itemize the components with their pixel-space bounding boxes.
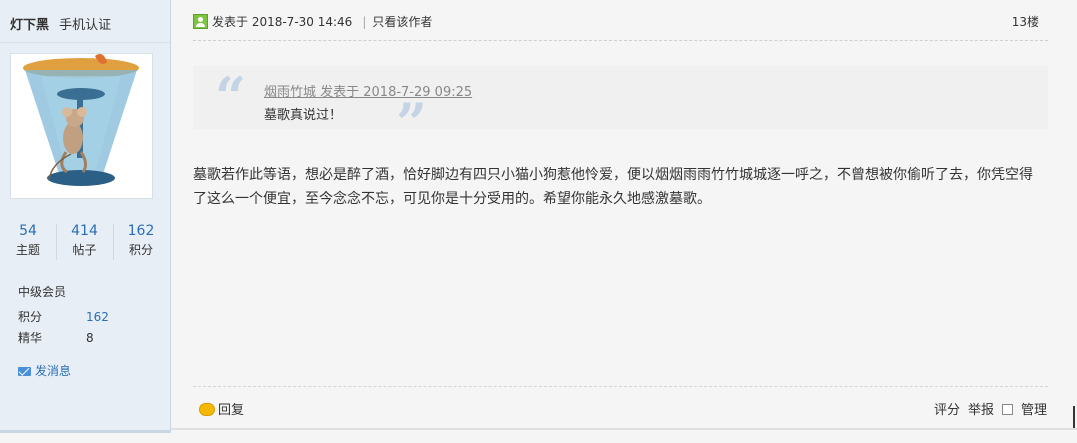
envelope-icon bbox=[18, 367, 31, 376]
report-button[interactable]: 举报 bbox=[968, 403, 994, 418]
points-row: 积分 162 bbox=[18, 308, 109, 325]
reply-bubble-icon bbox=[199, 403, 215, 416]
mouse-lamp-illustration bbox=[11, 54, 152, 198]
quote-author-link[interactable]: 烟雨竹城 发表于 2018-7-29 09:25 bbox=[264, 81, 472, 100]
online-user-icon bbox=[193, 14, 208, 29]
post-time: 发表于 2018-7-30 14:46 bbox=[212, 15, 353, 29]
essence-value: 8 bbox=[86, 331, 94, 345]
stat-points[interactable]: 162 积分 bbox=[113, 222, 169, 260]
post-actions: 评分 举报 管理 bbox=[926, 399, 1047, 418]
stat-posts-label: 帖子 bbox=[72, 243, 97, 257]
divider bbox=[0, 42, 170, 43]
author-stats: 54 主题 414 帖子 162 积分 bbox=[0, 222, 170, 264]
manage-label[interactable]: 管理 bbox=[1021, 403, 1047, 418]
points-label: 积分 bbox=[18, 310, 43, 324]
avatar[interactable] bbox=[10, 53, 153, 199]
close-quote-icon: ” bbox=[396, 91, 428, 155]
scrollbar[interactable] bbox=[1073, 406, 1075, 428]
reply-button[interactable]: 回复 bbox=[199, 399, 244, 418]
post-body: 墓歌若作此等语，想必是醉了酒，恰好脚边有四只小猫小狗惹他怜爱，便以烟烟雨雨竹竹城… bbox=[193, 167, 1033, 207]
send-message-link[interactable]: 发消息 bbox=[18, 362, 71, 379]
stat-threads-value: 54 bbox=[19, 223, 37, 239]
phone-verified-badge[interactable]: 手机认证 bbox=[59, 18, 111, 33]
stat-points-label: 积分 bbox=[128, 243, 153, 257]
sidebar-bottom-border bbox=[0, 430, 171, 433]
stat-threads[interactable]: 54 主题 bbox=[0, 222, 56, 260]
points-value[interactable]: 162 bbox=[86, 310, 109, 324]
author-only-link[interactable]: 只看该作者 bbox=[372, 15, 432, 29]
open-quote-icon: “ bbox=[215, 65, 247, 129]
send-message-label: 发消息 bbox=[35, 364, 72, 378]
member-level[interactable]: 中级会员 bbox=[18, 283, 66, 300]
author-name[interactable]: 灯下黑 bbox=[10, 18, 49, 33]
floor-number[interactable]: 13楼 bbox=[1012, 13, 1039, 30]
rate-button[interactable]: 评分 bbox=[934, 403, 960, 418]
divider bbox=[193, 386, 1048, 388]
essence-label: 精华 bbox=[18, 331, 43, 345]
stat-points-value: 162 bbox=[127, 223, 155, 239]
manage-checkbox[interactable] bbox=[1001, 404, 1013, 415]
author-sidebar: 灯下黑 手机认证 54 主题 414 帖子 162 积分 中级会员 积分 162… bbox=[0, 0, 171, 430]
bottom-border bbox=[171, 428, 1077, 430]
quote-text: 墓歌真说过！ bbox=[264, 108, 343, 123]
essence-row: 精华 8 bbox=[18, 329, 94, 346]
divider bbox=[193, 40, 1048, 42]
post-header: 发表于 2018-7-30 14:46 | 只看该作者 bbox=[193, 13, 432, 30]
stat-threads-label: 主题 bbox=[15, 243, 40, 257]
author-info: 灯下黑 手机认证 bbox=[10, 14, 111, 33]
post-content: 发表于 2018-7-30 14:46 | 只看该作者 13楼 “ 烟雨竹城 发表于… bbox=[171, 0, 1077, 443]
stat-posts-value: 414 bbox=[71, 223, 98, 239]
stat-posts[interactable]: 414 帖子 bbox=[56, 222, 113, 260]
quote-block: “ 烟雨竹城 发表于 2018-7-29 09:25 墓歌真说过！ ” bbox=[193, 65, 1048, 150]
reply-label: 回复 bbox=[218, 403, 245, 418]
